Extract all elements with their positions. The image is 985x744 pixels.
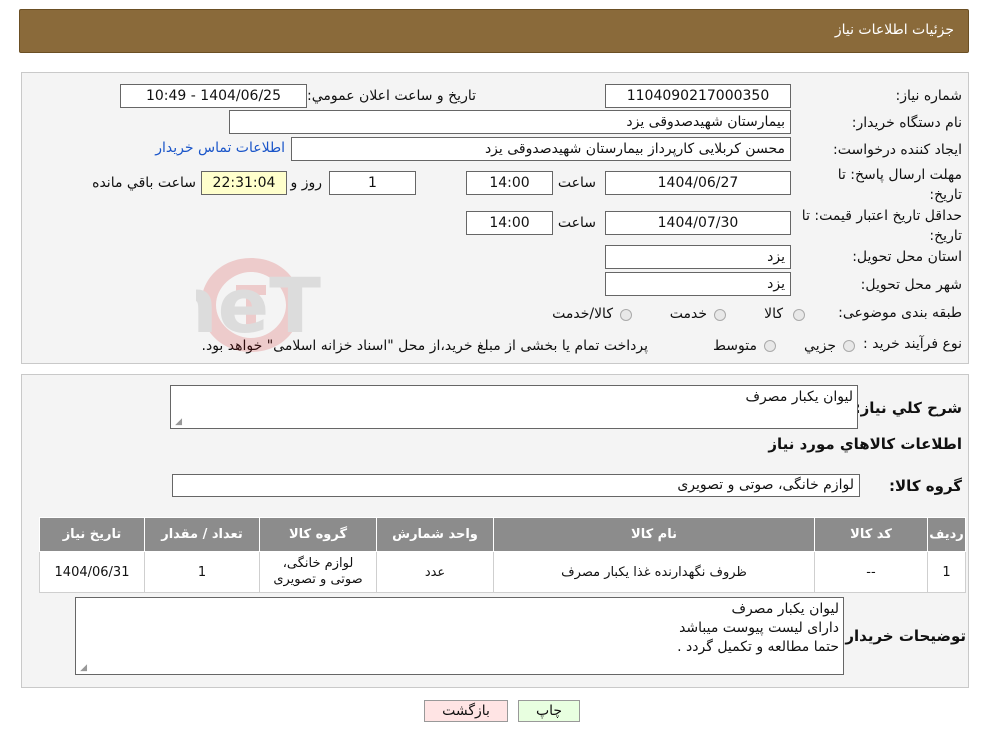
col-unit: واحد شمارش xyxy=(376,517,494,552)
goods-table: رديف كد كالا نام كالا واحد شمارش گروه كا… xyxy=(39,517,966,593)
cell-name: ظروف نگهدارنده غذا یکبار مصرف xyxy=(493,551,815,593)
need-number-field: 1104090217000350 xyxy=(605,84,791,108)
process-type-label: نوع فرآيند خريد : xyxy=(863,336,962,352)
deadline-time-field: 14:00 xyxy=(466,171,553,195)
buyer-notes-line: دارای لیست پیوست میباشد xyxy=(679,620,839,636)
announce-datetime-field: 1404/06/25 - 10:49 xyxy=(120,84,307,108)
buyer-notes-label: توضيحات خريدار: xyxy=(839,627,966,645)
days-remaining-field: 1 xyxy=(329,171,416,195)
col-name: نام كالا xyxy=(493,517,815,552)
deadline-date-field: 1404/06/27 xyxy=(605,171,791,195)
buyer-notes-line: حتما مطالعه و تکمیل گردد . xyxy=(677,639,839,655)
resize-grip-icon[interactable]: ◢ xyxy=(174,418,182,427)
validity-label: حداقل تاريخ اعتبار قيمت: تا تاریخ: xyxy=(801,208,962,244)
cell-qty: 1 xyxy=(144,551,260,593)
resize-grip-icon[interactable]: ◢ xyxy=(79,664,87,673)
category-goods-label: کالا xyxy=(764,306,783,322)
buyer-notes-line: لیوان یکبار مصرف xyxy=(731,601,839,617)
process-minor-label: جزيي xyxy=(804,338,836,354)
province-field: یزد xyxy=(605,245,791,269)
goods-group-field: لوازم خانگی، صوتی و تصویری xyxy=(172,474,860,497)
cell-code: -- xyxy=(814,551,928,593)
remaining-timer-field: 22:31:04 xyxy=(201,171,287,195)
validity-date-field: 1404/07/30 xyxy=(605,211,791,235)
summary-textarea[interactable]: لیوان یکبار مصرف ◢ xyxy=(170,385,858,429)
cell-group: لوازم خانگی، صوتی و تصویری xyxy=(259,551,377,593)
table-row: 1 -- ظروف نگهدارنده غذا یکبار مصرف عدد ل… xyxy=(39,551,966,593)
col-qty: تعداد / مقدار xyxy=(144,517,260,552)
process-medium-radio[interactable] xyxy=(764,340,776,352)
remaining-label: ساعت باقي مانده xyxy=(92,175,196,191)
process-minor-radio[interactable] xyxy=(843,340,855,352)
cell-date: 1404/06/31 xyxy=(39,551,145,593)
back-button[interactable]: بازگشت xyxy=(424,700,508,722)
buyer-org-label: نام دستگاه خريدار: xyxy=(851,115,962,131)
validity-time-field: 14:00 xyxy=(466,211,553,235)
buyer-org-field: بیمارستان شهیدصدوقی یزد xyxy=(229,110,791,134)
goods-group-label: گروه كالا: xyxy=(889,477,962,495)
col-code: كد كالا xyxy=(814,517,928,552)
city-label: شهر محل تحويل: xyxy=(860,277,962,293)
need-info-panel: شماره نیاز: 1104090217000350 تاریخ و ساع… xyxy=(21,72,969,364)
need-number-label: شماره نیاز: xyxy=(895,88,963,104)
creator-label: ایجاد کننده درخواست: xyxy=(833,142,962,158)
print-button[interactable]: چاپ xyxy=(518,700,580,722)
col-date: تاريخ نياز xyxy=(39,517,145,552)
summary-text: لیوان یکبار مصرف xyxy=(745,389,853,405)
deadline-label: مهلت ارسال پاسخ: تا تاریخ: xyxy=(837,167,962,203)
buyer-notes-textarea[interactable]: لیوان یکبار مصرف دارای لیست پیوست میباشد… xyxy=(75,597,844,675)
col-row: رديف xyxy=(927,517,966,552)
col-group: گروه كالا xyxy=(259,517,377,552)
category-service-radio[interactable] xyxy=(714,309,726,321)
goods-info-title: اطلاعات كالاهاي مورد نياز xyxy=(768,435,962,453)
city-field: یزد xyxy=(605,272,791,296)
page-header: جزئیات اطلاعات نیاز xyxy=(19,9,969,53)
category-service-label: خدمت xyxy=(669,306,707,322)
category-goods-radio[interactable] xyxy=(793,309,805,321)
category-label: طبقه بندی موضوعی: xyxy=(838,305,962,321)
cell-row: 1 xyxy=(927,551,966,593)
creator-field: محسن کربلایی کارپرداز بیمارستان شهیدصدوق… xyxy=(291,137,791,161)
validity-time-label: ساعت xyxy=(557,215,596,231)
category-goods-service-label: کالا/خدمت xyxy=(552,306,613,322)
deadline-time-label: ساعت xyxy=(557,175,596,191)
days-label: روز و xyxy=(290,175,323,191)
buyer-contact-link[interactable]: اطلاعات تماس خريدار xyxy=(155,140,285,156)
process-note: پرداخت تمام يا بخشی از مبلغ خريد،از محل … xyxy=(201,338,648,354)
province-label: استان محل تحويل: xyxy=(852,249,962,265)
category-goods-service-radio[interactable] xyxy=(620,309,632,321)
summary-label: شرح كلي نياز: xyxy=(854,399,962,417)
process-medium-label: متوسط xyxy=(713,338,757,354)
table-header-row: رديف كد كالا نام كالا واحد شمارش گروه كا… xyxy=(39,517,966,552)
announce-label: تاریخ و ساعت اعلان عمومي: xyxy=(307,88,476,104)
cell-unit: عدد xyxy=(376,551,494,593)
page-title: جزئیات اطلاعات نیاز xyxy=(834,22,954,38)
